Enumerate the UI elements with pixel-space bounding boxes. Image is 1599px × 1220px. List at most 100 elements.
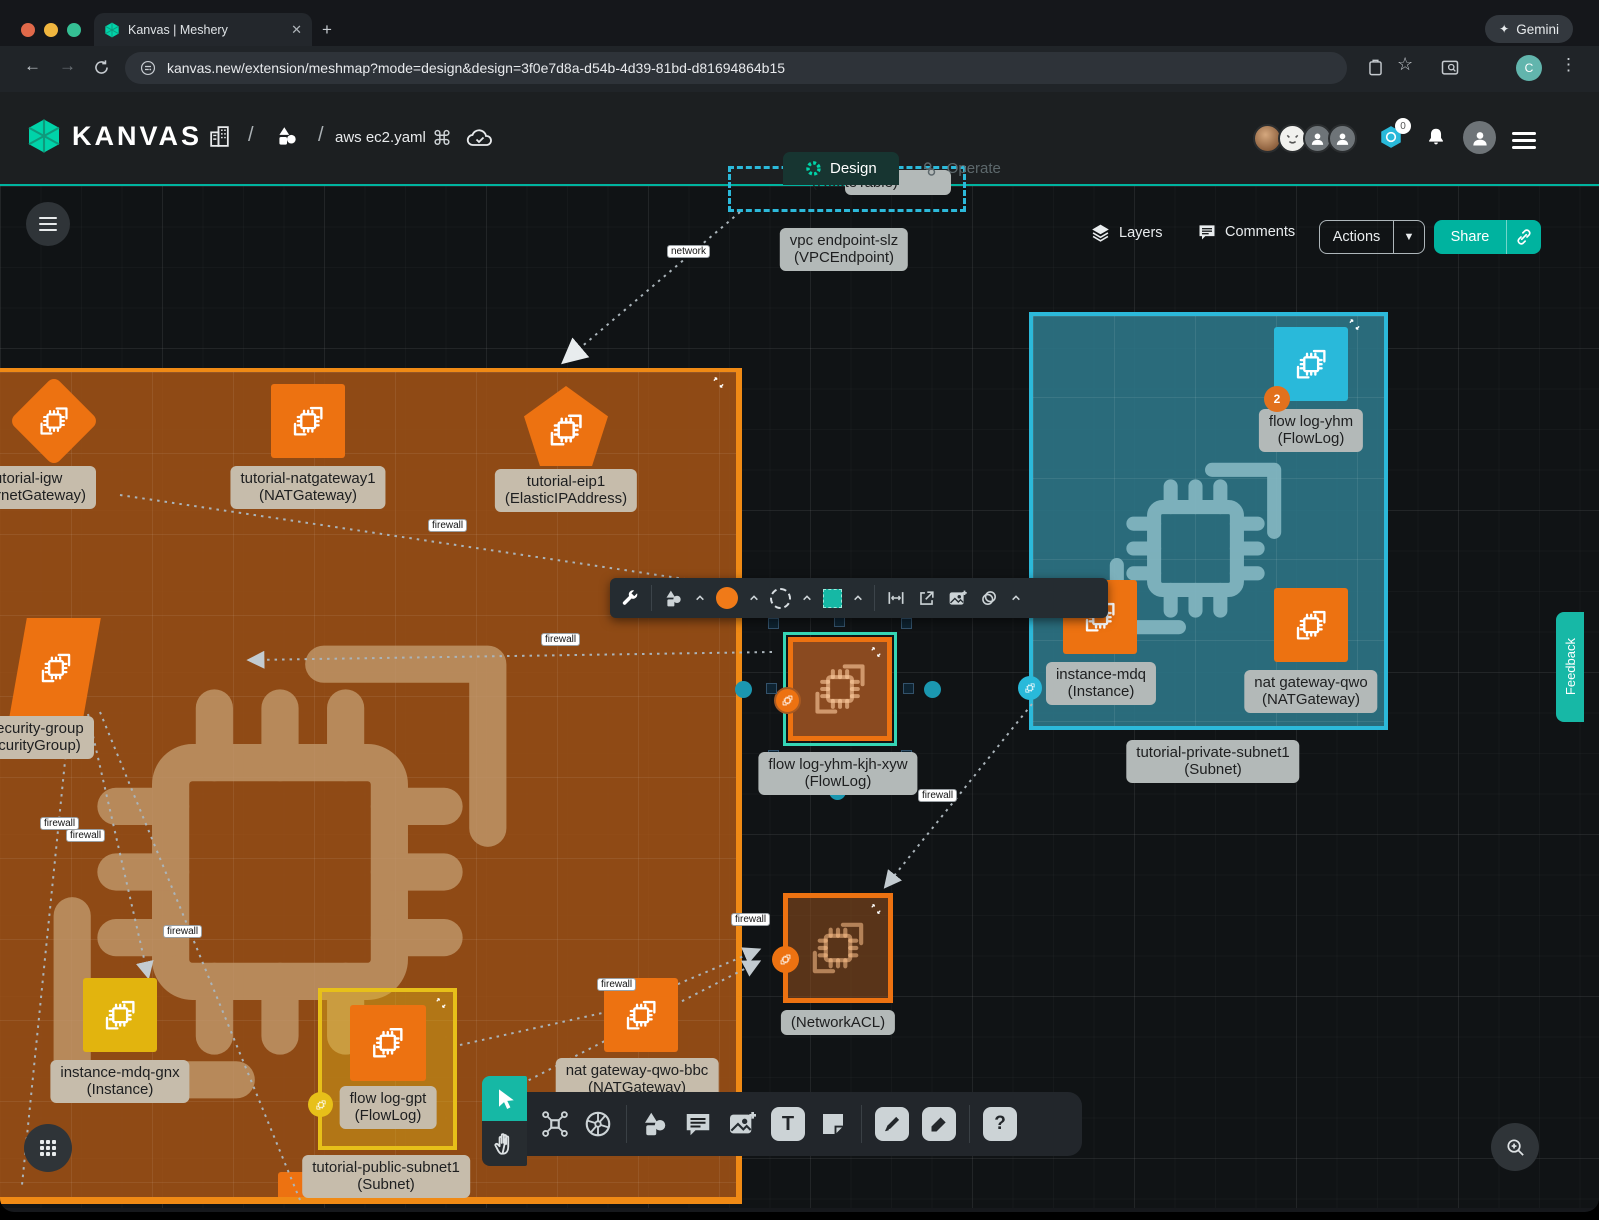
chevron-up-icon[interactable] (853, 594, 863, 602)
text-tool[interactable]: T (771, 1107, 805, 1141)
select-tool-active[interactable] (482, 1076, 527, 1121)
connection-dot[interactable] (735, 681, 752, 698)
edge-label-firewall[interactable]: firewall (163, 925, 202, 938)
canvas-menu-button[interactable] (26, 202, 70, 246)
node-flowlog-selected[interactable] (788, 637, 892, 741)
chrome-menu-icon[interactable]: ⋮ (1560, 55, 1577, 75)
chrome-profile-avatar[interactable]: C (1516, 55, 1542, 81)
shape-color-tool[interactable] (823, 589, 842, 608)
workspace-shapes-icon[interactable] (274, 124, 300, 150)
resize-handle[interactable] (766, 683, 777, 694)
header-menu-icon[interactable] (1512, 128, 1536, 153)
edge-label-network[interactable]: network (667, 245, 710, 258)
kanvas-logo[interactable]: KANVAS (26, 118, 202, 154)
text-width-icon[interactable] (886, 588, 906, 608)
node-label-eip1[interactable]: tutorial-eip1 (ElasticIPAddress) (495, 469, 637, 512)
lasso-icon[interactable] (979, 588, 1000, 609)
chevron-up-icon[interactable] (695, 594, 705, 602)
zoom-button[interactable] (1491, 1123, 1539, 1171)
mesh-components-tool[interactable] (540, 1109, 570, 1139)
new-tab-button[interactable]: + (322, 20, 332, 40)
gemini-button[interactable]: ✦ Gemini (1485, 15, 1573, 43)
comments-button[interactable]: Comments (1197, 222, 1295, 242)
node-label-public-subnet[interactable]: tutorial-public-subnet1 (Subnet) (302, 1155, 470, 1198)
image-tool[interactable] (726, 1108, 758, 1140)
collapse-icon[interactable] (870, 903, 882, 915)
resize-handle[interactable] (903, 683, 914, 694)
resize-handle[interactable] (901, 618, 912, 629)
node-instance-gnx[interactable] (83, 978, 157, 1052)
comment-tool[interactable] (683, 1109, 713, 1139)
subnet-edge-badge[interactable] (1018, 676, 1042, 700)
border-style-tool[interactable] (770, 588, 791, 609)
organization-icon[interactable] (207, 124, 232, 149)
layers-button[interactable]: Layers (1090, 222, 1163, 243)
collapse-icon[interactable] (1348, 318, 1361, 331)
chevron-up-icon[interactable] (1011, 594, 1021, 602)
kubernetes-tool[interactable] (583, 1109, 613, 1139)
collapse-icon[interactable] (870, 646, 882, 658)
site-info-icon[interactable] (139, 59, 157, 77)
close-window-button[interactable] (21, 23, 35, 37)
pan-tool[interactable] (482, 1121, 527, 1166)
node-label-flowlog-selected[interactable]: flow log-yhm-kjh-xyw (FlowLog) (758, 752, 917, 795)
node-label-natgateway-qwo[interactable]: nat gateway-qwo (NATGateway) (1244, 670, 1377, 713)
resize-handle[interactable] (768, 618, 779, 629)
shapes-tool-icon[interactable] (663, 588, 684, 609)
refresh-button[interactable] (92, 58, 111, 77)
minimize-window-button[interactable] (44, 23, 58, 37)
flowlog-yhm-count-badge[interactable]: 2 (1264, 386, 1290, 412)
share-button[interactable]: Share (1434, 220, 1541, 254)
edge-label-firewall[interactable]: firewall (428, 519, 467, 532)
flowlog-selected-badge[interactable] (774, 687, 801, 714)
collaborator-avatar[interactable] (1328, 124, 1357, 153)
back-button[interactable]: ← (24, 56, 41, 76)
node-label-instance-mdq[interactable]: instance-mdq (Instance) (1046, 662, 1156, 705)
chevron-up-icon[interactable] (802, 594, 812, 602)
maximize-window-button[interactable] (67, 23, 81, 37)
edge-label-firewall[interactable]: firewall (597, 978, 636, 991)
node-label-network-acl[interactable]: (NetworkACL) (781, 1010, 895, 1035)
open-in-new-icon[interactable] (917, 589, 936, 608)
node-security-group[interactable] (18, 618, 92, 718)
save-icon[interactable] (1366, 58, 1385, 77)
user-avatar[interactable] (1463, 121, 1496, 154)
flowlog-gpt-badge[interactable] (308, 1092, 333, 1117)
node-label-security-group[interactable]: al-security-group (SecurityGroup) (0, 716, 94, 759)
edge-label-firewall[interactable]: firewall (66, 829, 105, 842)
shapes-tool[interactable] (640, 1109, 670, 1139)
add-image-icon[interactable] (947, 588, 968, 609)
sticky-note-tool[interactable] (818, 1109, 848, 1139)
chevron-up-icon[interactable] (749, 594, 759, 602)
search-tabs-icon[interactable] (1440, 58, 1460, 78)
node-flowlog-gpt[interactable] (350, 1005, 426, 1081)
node-label-vpc-endpoint[interactable]: vpc endpoint-slz (VPCEndpoint) (780, 228, 908, 271)
bookmark-star-icon[interactable]: ☆ (1397, 54, 1413, 75)
share-link-icon[interactable] (1507, 228, 1541, 246)
network-acl-badge[interactable] (772, 946, 799, 973)
browser-tab[interactable]: Kanvas | Meshery ✕ (94, 13, 312, 46)
pencil-tool[interactable] (922, 1107, 956, 1141)
url-bar[interactable]: kanvas.new/extension/meshmap?mode=design… (125, 52, 1347, 84)
feedback-tab[interactable]: Feedback (1556, 612, 1584, 722)
node-label-private-subnet[interactable]: tutorial-private-subnet1 (Subnet) (1126, 740, 1299, 783)
tab-close-icon[interactable]: ✕ (291, 22, 302, 38)
node-natgateway1[interactable] (271, 384, 345, 458)
node-internet-gateway[interactable] (18, 385, 90, 457)
node-label-flowlog-yhm[interactable]: flow log-yhm (FlowLog) (1259, 409, 1363, 452)
node-natgateway-qwo[interactable] (1274, 588, 1348, 662)
edge-label-firewall[interactable]: firewall (731, 913, 770, 926)
node-label-instance-gnx[interactable]: instance-mdq-gnx (Instance) (50, 1060, 189, 1103)
edge-label-firewall[interactable]: firewall (541, 633, 580, 646)
catalog-icon[interactable]: 0 (1378, 124, 1404, 155)
tab-operate[interactable]: Operate (899, 152, 1023, 185)
actions-button[interactable]: Actions ▼ (1319, 220, 1425, 254)
node-label-natgateway1[interactable]: tutorial-natgateway1 (NATGateway) (230, 466, 385, 509)
tab-design[interactable]: Design (783, 152, 899, 185)
cloud-sync-icon[interactable] (466, 128, 494, 148)
edge-label-firewall[interactable]: firewall (918, 789, 957, 802)
fill-color-swatch[interactable] (716, 587, 738, 609)
actions-dropdown-icon[interactable]: ▼ (1394, 231, 1424, 243)
pen-tool[interactable] (875, 1107, 909, 1141)
connection-dot[interactable] (924, 681, 941, 698)
